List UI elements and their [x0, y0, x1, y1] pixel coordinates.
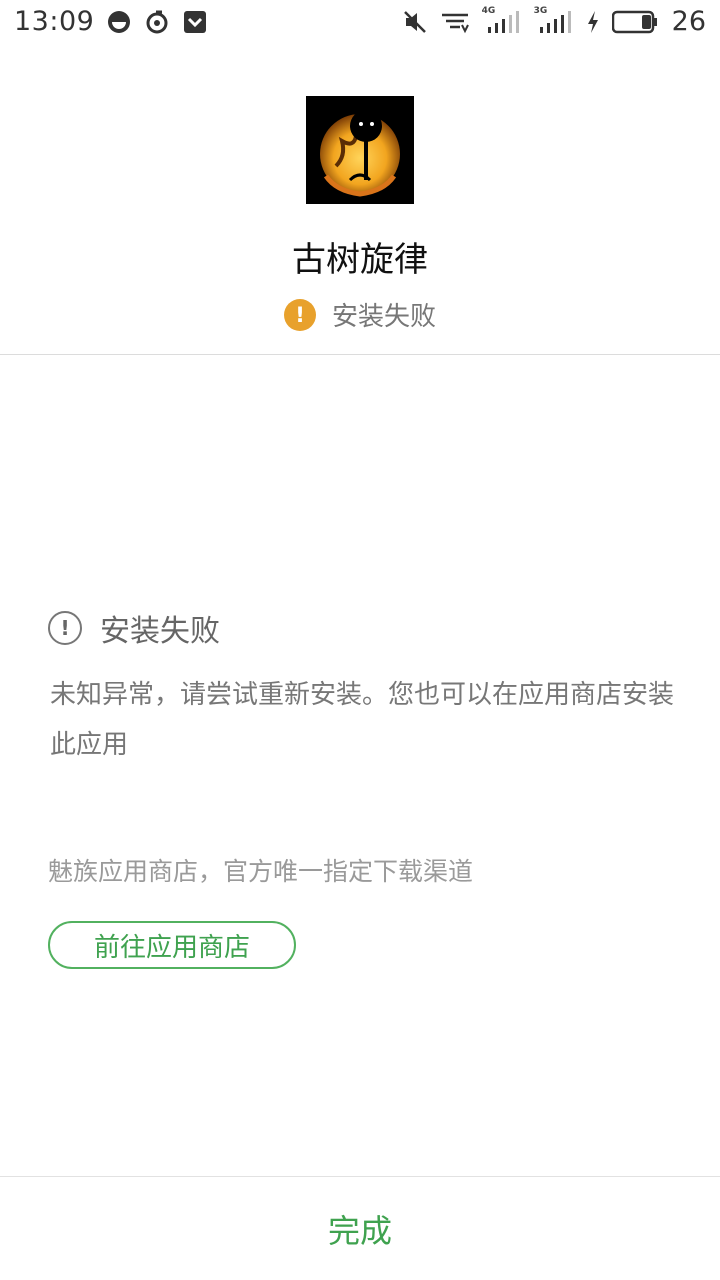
go-to-app-store-button[interactable]: 前往应用商店	[48, 921, 296, 969]
signal-4g-icon: 4G	[482, 6, 522, 35]
install-status-text: 安装失败	[331, 302, 436, 332]
ancient-tree-melody-app-icon	[306, 96, 414, 204]
header-divider	[0, 354, 720, 355]
charging-icon	[587, 10, 598, 33]
done-button[interactable]: 完成	[0, 1177, 720, 1280]
battery-level: 26	[671, 6, 706, 37]
error-alert-icon: !	[48, 611, 82, 645]
warning-icon: !	[283, 298, 316, 331]
mute-icon	[403, 10, 426, 33]
error-message: 未知异常，请尝试重新安装。您也可以在应用商店安装此应用	[50, 680, 675, 760]
status-bar: 13:09 4G 3G 26	[0, 0, 720, 46]
status-bar-left: 13:09	[14, 6, 208, 37]
error-title: 安装失败	[100, 614, 220, 649]
pocket-icon	[184, 10, 207, 33]
error-header: ! 安装失败	[48, 606, 220, 650]
wifi-icon	[441, 13, 469, 33]
netease-music-icon	[146, 10, 168, 33]
status-time: 13:09	[14, 6, 95, 37]
signal-3g-icon: 3G	[534, 6, 574, 35]
app-name: 古树旋律	[292, 240, 428, 280]
battery-icon	[611, 10, 657, 33]
store-note: 魅族应用商店，官方唯一指定下载渠道	[48, 857, 474, 886]
status-bar-right: 4G 3G 26	[402, 6, 706, 37]
app-notification-icon	[108, 10, 131, 33]
install-status-row: ! 安装失败	[0, 296, 720, 333]
